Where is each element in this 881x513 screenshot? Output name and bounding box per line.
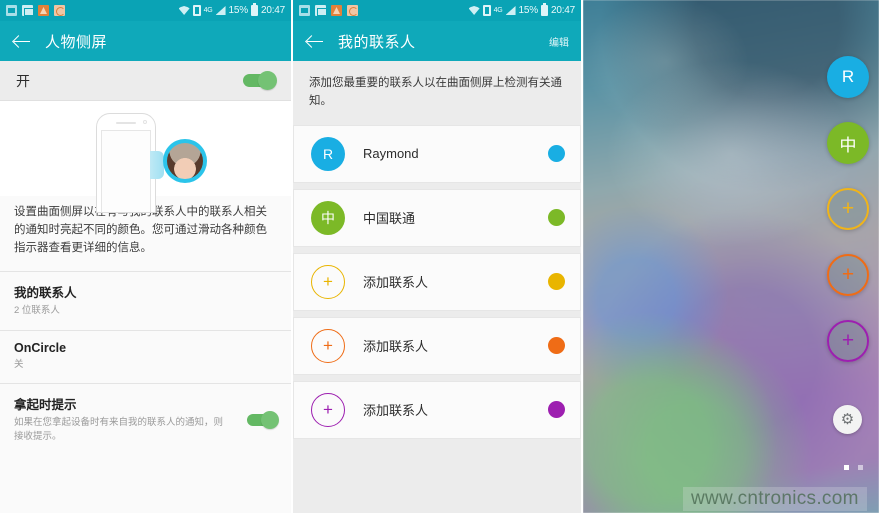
gear-icon: ⚙ [840, 411, 855, 428]
list-item-subtitle: 2 位联系人 [14, 305, 60, 317]
signal-icon [215, 6, 226, 15]
contact-row[interactable]: + 添加联系人 [293, 252, 581, 311]
panel-my-contacts: 4G 15% 20:47 我的联系人 编辑 添加您最重要的联系人以在曲面侧屏上检… [293, 0, 583, 513]
signal-icon [505, 6, 516, 15]
list-item-title: OnCircle [14, 340, 67, 355]
status-bar-notification-icons [6, 5, 65, 16]
list-item-my-contacts[interactable]: 我的联系人 2 位联系人 [0, 271, 291, 330]
network-type-label: 4G [493, 6, 503, 14]
sim-icon [482, 5, 491, 16]
list-item-subtitle: 如果在您拿起设备时有来自我的联系人的通知，则接收提示。 [14, 416, 224, 443]
battery-percent-label: 15% [518, 5, 539, 16]
page-dot[interactable] [844, 465, 849, 470]
alert-icon [38, 5, 49, 16]
phone-outline-graphic [96, 113, 156, 213]
add-contact-icon: + [311, 264, 345, 299]
battery-icon [250, 3, 258, 16]
edge-settings-button[interactable]: ⚙ [833, 405, 862, 434]
contact-avatar: R [311, 136, 345, 171]
edge-add-contact-button[interactable]: + [827, 254, 869, 296]
page-title-panel1: 人物侧屏 [45, 33, 108, 51]
sync-icon [347, 5, 358, 16]
clock-label: 20:47 [550, 5, 575, 16]
phone-screen-graphic [101, 130, 151, 212]
note-icon [299, 5, 310, 16]
contact-photo-graphic [167, 143, 203, 179]
alert-icon [331, 5, 342, 16]
edge-contact-button[interactable]: R [827, 56, 869, 98]
edge-add-contact-button[interactable]: + [827, 188, 869, 230]
page-title-panel2: 我的联系人 [338, 33, 416, 51]
status-bar-system-icons: 4G 15% 20:47 [178, 3, 285, 16]
edge-illustration [0, 101, 291, 213]
app-bar-panel1: 人物侧屏 [0, 21, 291, 61]
panel2-description: 添加您最重要的联系人以在曲面侧屏上检测有关通知。 [293, 61, 581, 125]
battery-percent-label: 15% [228, 5, 249, 16]
screenshot-stage: 4G 15% 20:47 人物侧屏 开 设置曲面侧屏以在有与我的联系人中的联系人… [0, 0, 881, 513]
panel-edge-screen-preview: R 中 + + + ⚙ www.cntronics.com [583, 0, 879, 513]
battery-icon [540, 3, 548, 16]
contact-color-dot[interactable] [548, 337, 565, 355]
master-toggle-row[interactable]: 开 [0, 61, 291, 101]
mail-icon [315, 5, 327, 16]
clock-label: 20:47 [260, 5, 285, 16]
panel1-content: 开 设置曲面侧屏以在有与我的联系人中的联系人相关的通知时亮起不同的颜色。您可通过… [0, 61, 291, 513]
network-type-label: 4G [203, 6, 213, 14]
wifi-icon [178, 6, 190, 15]
add-contact-icon: + [311, 392, 345, 427]
list-item-title: 拿起时提示 [14, 397, 77, 412]
contact-row[interactable]: R Raymond [293, 124, 581, 183]
watermark-label: www.cntronics.com [683, 487, 867, 511]
people-edge-buttons: R 中 + + + [827, 56, 869, 362]
contact-name: 添加联系人 [363, 339, 429, 355]
phone-speaker-graphic [116, 122, 136, 124]
contact-row[interactable]: + 添加联系人 [293, 316, 581, 375]
add-contact-icon: + [311, 328, 345, 363]
contact-avatar: 中 [311, 200, 345, 235]
phone-camera-graphic [143, 120, 147, 124]
page-dot[interactable] [858, 465, 863, 470]
sync-icon [54, 5, 65, 16]
contact-color-dot[interactable] [548, 273, 565, 291]
contact-row[interactable]: + 添加联系人 [293, 380, 581, 439]
pickup-alert-switch[interactable] [247, 410, 279, 429]
contact-color-dot[interactable] [548, 145, 565, 163]
contact-avatar-graphic [163, 139, 207, 183]
back-arrow-icon[interactable] [305, 31, 325, 51]
back-arrow-icon[interactable] [12, 31, 32, 51]
note-icon [6, 5, 17, 16]
contact-name: 中国联通 [363, 211, 416, 227]
list-item-subtitle: 关 [14, 358, 24, 370]
mail-icon [22, 5, 34, 16]
wifi-icon [468, 6, 480, 15]
edge-glow-graphic [150, 151, 164, 179]
list-item-pickup-alert[interactable]: 拿起时提示 如果在您拿起设备时有来自我的联系人的通知，则接收提示。 [0, 382, 291, 456]
contact-name: Raymond [363, 146, 419, 162]
status-bar-panel1: 4G 15% 20:47 [0, 0, 291, 21]
list-item-oncircle[interactable]: OnCircle 关 [0, 329, 291, 383]
panel-people-edge-settings: 4G 15% 20:47 人物侧屏 开 设置曲面侧屏以在有与我的联系人中的联系人… [0, 0, 293, 513]
status-bar-notification-icons [299, 5, 358, 16]
app-bar-panel2: 我的联系人 编辑 [293, 21, 581, 61]
status-bar-panel2: 4G 15% 20:47 [293, 0, 581, 21]
contact-name: 添加联系人 [363, 275, 429, 291]
edit-button[interactable]: 编辑 [549, 34, 569, 49]
contact-color-dot[interactable] [548, 209, 565, 227]
master-toggle-switch[interactable] [243, 71, 277, 90]
list-item-title: 我的联系人 [14, 286, 77, 301]
contact-list: R Raymond 中 中国联通 + 添加联系人 + 添加联系人 + 添加联系人 [293, 124, 581, 439]
panel2-content: 添加您最重要的联系人以在曲面侧屏上检测有关通知。 R Raymond 中 中国联通 + 添… [293, 61, 581, 513]
status-bar-system-icons: 4G 15% 20:47 [468, 3, 575, 16]
edge-add-contact-button[interactable]: + [827, 320, 869, 362]
contact-row[interactable]: 中 中国联通 [293, 188, 581, 247]
contact-name: 添加联系人 [363, 403, 429, 419]
contact-color-dot[interactable] [548, 401, 565, 419]
sim-icon [192, 5, 201, 16]
edge-contact-button[interactable]: 中 [827, 122, 869, 164]
master-toggle-label: 开 [16, 72, 30, 89]
page-indicator [844, 465, 863, 470]
